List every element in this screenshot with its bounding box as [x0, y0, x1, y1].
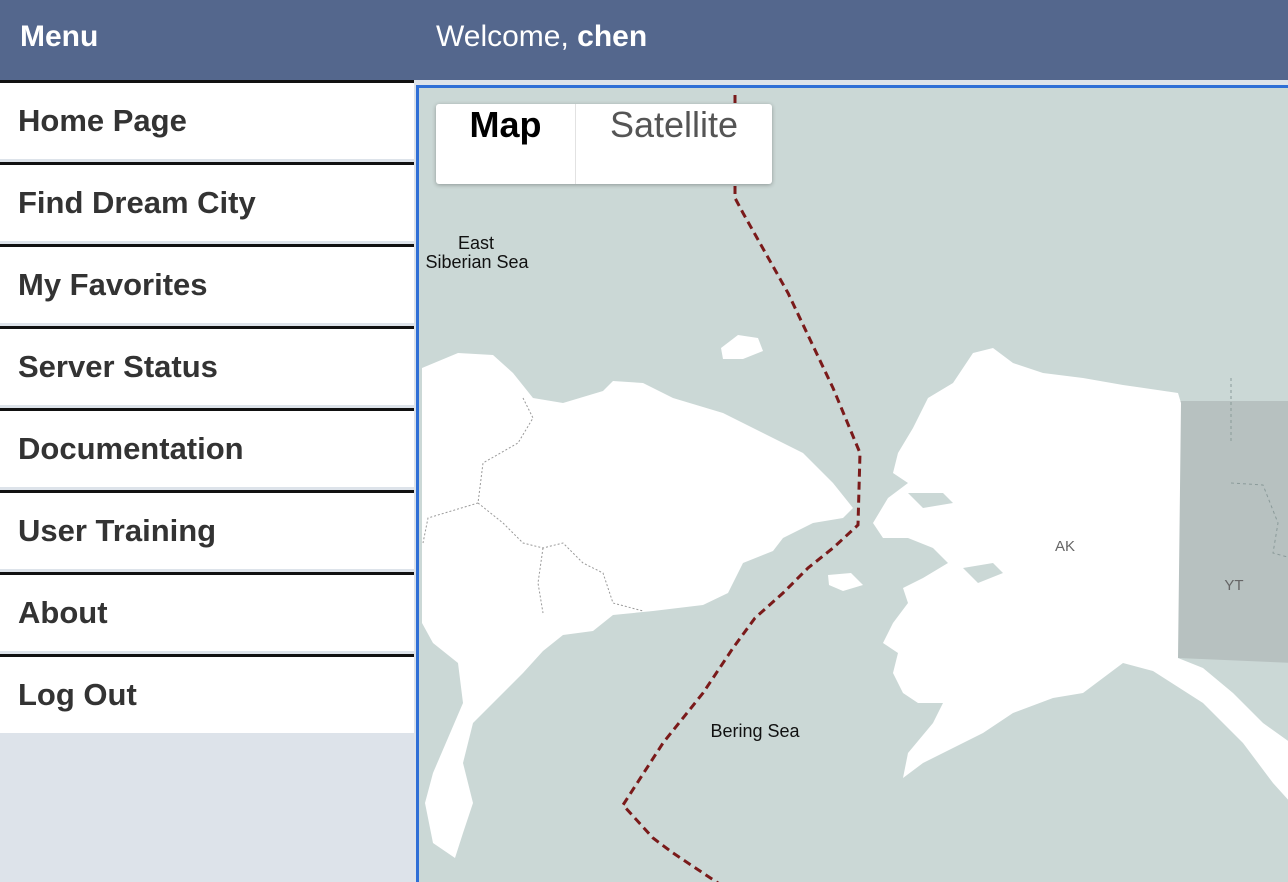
nav-item-server-status[interactable]: Server Status	[0, 326, 414, 405]
label-ak: AK	[1055, 538, 1075, 555]
nav-item-about[interactable]: About	[0, 572, 414, 651]
welcome-message: Welcome, chen	[436, 20, 647, 54]
welcome-prefix: Welcome,	[436, 20, 578, 53]
label-bering-sea: Bering Sea	[710, 721, 800, 741]
nav-item-label: Documentation	[18, 431, 244, 466]
nav-item-label: Find Dream City	[18, 185, 256, 220]
sidebar-menu: Home Page Find Dream City My Favorites S…	[0, 80, 414, 882]
map-view[interactable]: East Siberian Sea Bering Sea AK YT	[416, 85, 1288, 882]
nav-item-my-favorites[interactable]: My Favorites	[0, 244, 414, 323]
nav-item-documentation[interactable]: Documentation	[0, 408, 414, 487]
nav-item-home-page[interactable]: Home Page	[0, 80, 414, 159]
map-type-map-button[interactable]: Map	[436, 104, 575, 184]
label-east-siberian-line2: Siberian Sea	[425, 252, 529, 272]
nav-item-label: About	[18, 595, 108, 630]
menu-title: Menu	[20, 20, 99, 53]
nav-item-user-training[interactable]: User Training	[0, 490, 414, 569]
nav-item-find-dream-city[interactable]: Find Dream City	[0, 162, 414, 241]
top-bar: Menu Welcome, chen	[0, 0, 1288, 80]
label-yt: YT	[1224, 577, 1243, 594]
nav-item-label: My Favorites	[18, 267, 208, 302]
map-canvas[interactable]: East Siberian Sea Bering Sea AK YT	[419, 88, 1288, 882]
map-type-satellite-button[interactable]: Satellite	[576, 104, 772, 184]
nav-item-label: User Training	[18, 513, 217, 548]
map-type-control: Map Satellite	[436, 104, 772, 184]
nav-item-label: Server Status	[18, 349, 218, 384]
nav-item-log-out[interactable]: Log Out	[0, 654, 414, 733]
nav-item-label: Log Out	[18, 677, 137, 712]
nav-item-label: Home Page	[18, 103, 187, 138]
username: chen	[577, 20, 648, 53]
yukon-region	[1178, 401, 1288, 663]
label-east-siberian-line1: East	[458, 233, 494, 253]
